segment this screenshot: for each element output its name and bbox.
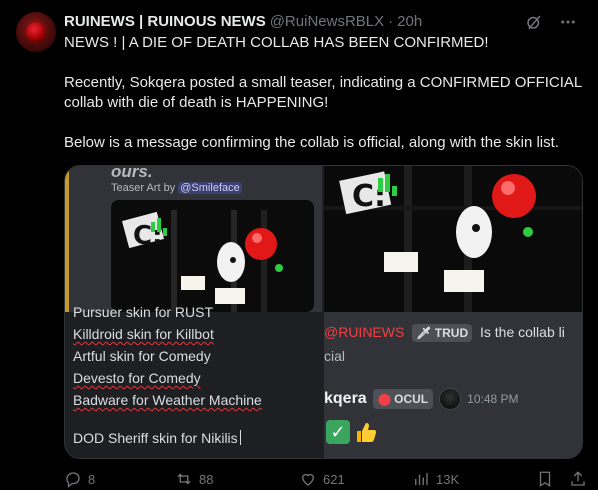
tweet-header: RUINEWS | RUINOUS NEWS @RuiNewsRBLX · 20… — [64, 12, 578, 32]
embed-accent-bar — [65, 166, 69, 312]
chat-message-time: 10:48 PM — [467, 392, 519, 406]
teaser-caption-text: Teaser Art by — [111, 182, 176, 194]
ocul-tag: ⬤ OCUL — [372, 389, 434, 409]
chat-small-avatar — [439, 388, 462, 410]
repost-icon — [177, 473, 191, 485]
views-icon — [415, 473, 428, 485]
ocul-tag-icon: ⬤ — [377, 392, 392, 406]
tweet-text: NEWS ! | A DIE OF DEATH COLLAB HAS BEEN … — [64, 33, 584, 153]
tweet-paragraph-1: NEWS ! | A DIE OF DEATH COLLAB HAS BEEN … — [64, 34, 489, 51]
chat-reactions: ✓ — [326, 420, 380, 446]
views-count: 13K — [436, 471, 460, 487]
more-options-icon[interactable] — [558, 12, 578, 32]
display-name[interactable]: RUINEWS | RUINOUS NEWS — [64, 12, 266, 32]
header-icons — [524, 12, 578, 32]
skin-line: Badware for Weather Machine — [73, 392, 262, 408]
skin-line: Artful skin for Comedy — [73, 348, 211, 364]
media-image-skin-list[interactable]: Pursuer skin for RUST Killdroid skin for… — [65, 304, 322, 458]
reply-icon — [66, 472, 80, 488]
like-button[interactable]: 621 — [299, 470, 345, 488]
chat-reply-line: @RUINEWS 🗡 TRUD Is the collab li — [324, 324, 565, 342]
teaser-mention: @Smileface — [178, 182, 242, 194]
chat-reply-text: Is the collab li — [480, 324, 565, 340]
ocul-tag-label: OCUL — [394, 392, 429, 406]
timestamp[interactable]: 20h — [397, 12, 422, 32]
skin-line: Devesto for Comedy — [73, 370, 201, 386]
heart-icon — [302, 473, 314, 486]
tweet-paragraph-3: Below is a message confirming the collab… — [64, 134, 559, 151]
media-image-teaser[interactable]: ours. Teaser Art by @Smileface C: — [65, 166, 322, 312]
bookmark-icon — [539, 471, 551, 488]
media-image-chat[interactable]: @RUINEWS 🗡 TRUD Is the collab li cial kq… — [324, 312, 582, 458]
teaser-heading: ours. — [111, 166, 153, 181]
skin-line: Pursuer skin for RUST — [73, 304, 214, 320]
skin-line-text: DOD Sheriff skin for Nikilis — [73, 430, 238, 446]
teaser-art: C: — [111, 200, 314, 312]
thumbs-up-icon — [354, 420, 380, 446]
skin-line: Killdroid skin for Killbot — [73, 326, 214, 342]
media-grid[interactable]: ours. Teaser Art by @Smileface C: C: Pur… — [64, 165, 583, 459]
repost-button[interactable]: 88 — [175, 470, 213, 488]
trud-tag: 🗡 TRUD — [412, 324, 473, 342]
handle[interactable]: @RuiNewsRBLX — [270, 12, 384, 32]
separator-dot: · — [388, 13, 394, 30]
share-button[interactable] — [569, 470, 587, 488]
chat-sender-row: kqera ⬤ OCUL 10:48 PM — [324, 388, 519, 410]
avatar[interactable] — [16, 12, 56, 52]
media-image-art[interactable]: C: — [324, 166, 582, 312]
action-bar: 8 88 621 13K — [64, 468, 587, 490]
chat-sender-name: kqera — [324, 390, 367, 407]
trud-tag-label: TRUD — [434, 326, 469, 340]
bookmark-button[interactable] — [536, 470, 554, 488]
white-check-mark-icon: ✓ — [326, 420, 350, 444]
views-button[interactable]: 13K — [412, 470, 459, 488]
chat-reply-mention: @RUINEWS — [324, 324, 405, 340]
grok-icon[interactable] — [524, 12, 544, 32]
reply-button[interactable]: 8 — [64, 470, 95, 488]
skin-line-last: DOD Sheriff skin for Nikilis — [73, 430, 241, 446]
teaser-caption: Teaser Art by @Smileface — [111, 182, 242, 194]
avatar-face-graphic — [26, 22, 46, 42]
share-icon — [571, 471, 585, 486]
tweet-paragraph-2: Recently, Sokqera posted a small teaser,… — [64, 74, 586, 111]
reply-count: 8 — [88, 471, 96, 487]
repost-count: 88 — [199, 471, 214, 487]
sword-icon: 🗡 — [416, 326, 432, 340]
chat-line-2: cial — [324, 348, 346, 364]
like-count: 621 — [323, 471, 345, 487]
text-caret — [239, 430, 241, 445]
